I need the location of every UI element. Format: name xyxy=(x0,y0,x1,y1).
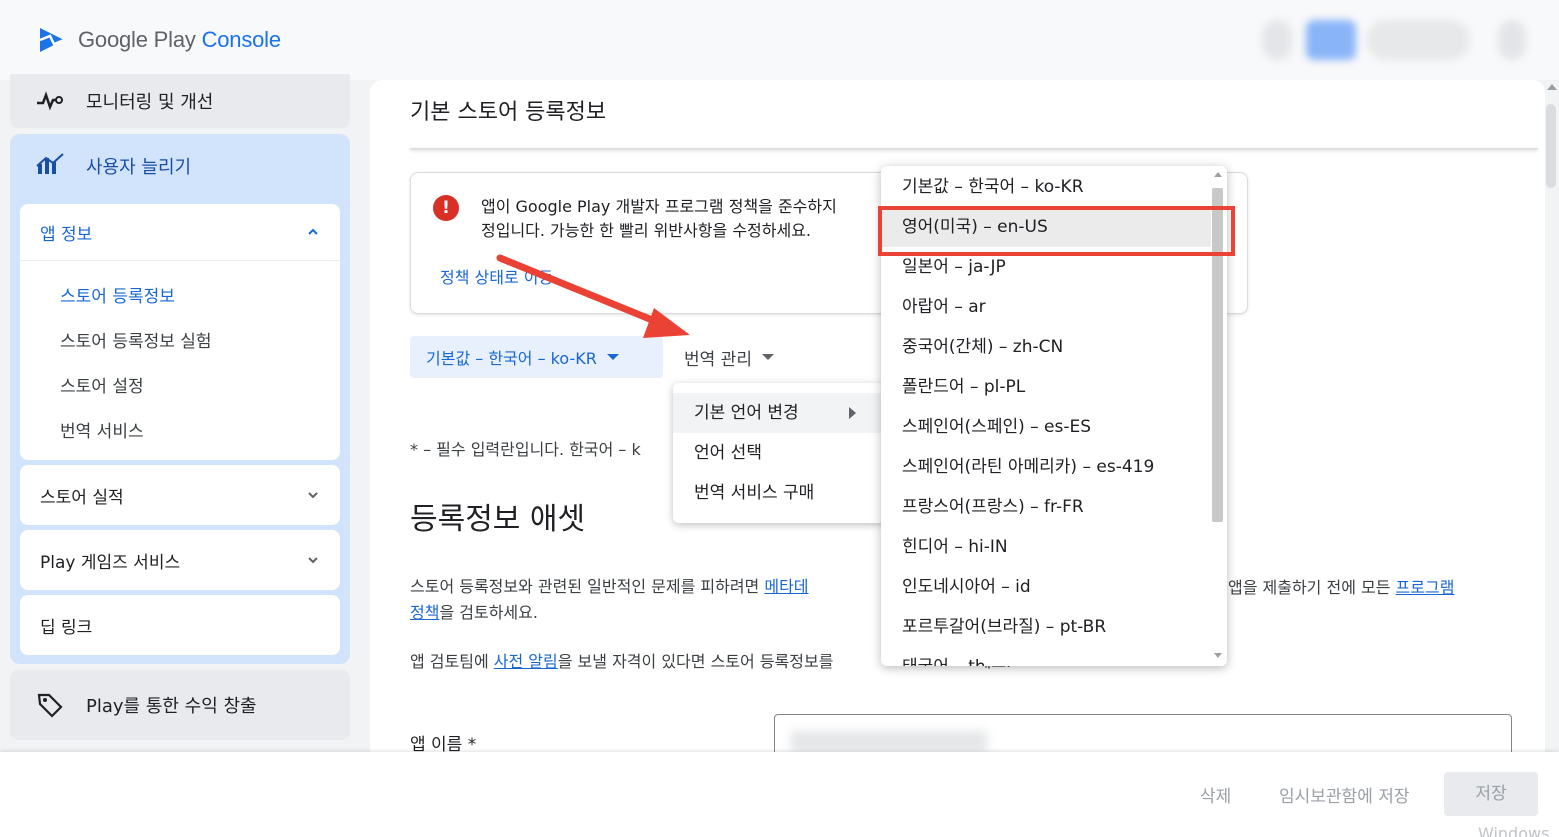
sidebar-item-store-listing[interactable]: 스토어 등록정보 xyxy=(20,275,340,320)
app-info-toggle[interactable]: 앱 정보 xyxy=(20,204,340,260)
sidebar-item-grow[interactable]: 사용자 늘리기 xyxy=(10,134,350,198)
app-name-label: 앱 이름 * xyxy=(410,735,477,752)
manage-translations-label: 번역 관리 xyxy=(684,349,752,370)
save-draft-button[interactable]: 임시보관함에 저장 xyxy=(1279,782,1410,807)
deep-links-label: 딥 링크 xyxy=(40,617,93,638)
submenu-arrow-icon xyxy=(849,407,856,419)
account-name[interactable] xyxy=(1366,20,1470,60)
language-option[interactable]: 스페인어(라틴 아메리카) – es-419 xyxy=(881,447,1211,487)
language-option[interactable]: 태국어 – th xyxy=(881,647,1211,666)
language-select-button[interactable]: 기본값 – 한국어 – ko-KR xyxy=(410,336,663,378)
sidebar-section-grow: 사용자 늘리기 앱 정보 스토어 등록정보 스토어 등록정보 실험 스토어 설정… xyxy=(10,134,350,664)
sidebar-item-label: Play를 통한 수익 창출 xyxy=(86,696,257,717)
pulse-icon xyxy=(36,91,66,111)
sidebar-item-play-games[interactable]: Play 게임즈 서비스 xyxy=(20,530,340,590)
footer-bar: 삭제 임시보관함에 저장 저장 Windows xyxy=(0,752,1559,837)
alert-line-1: 앱이 Google Play 개발자 프로그램 정책을 준수하지 xyxy=(481,197,837,216)
policy-status-link[interactable]: 정책 상태로 이동 xyxy=(440,264,553,288)
menu-item-label: 기본 언어 변경 xyxy=(694,403,799,423)
play-console-logo[interactable]: Google Play Console xyxy=(36,24,281,56)
language-option[interactable]: 프랑스어(프랑스) – fr-FR xyxy=(881,487,1211,527)
sidebar-item-store-performance[interactable]: 스토어 실적 xyxy=(20,465,340,525)
menu-item-buy-translation[interactable]: 번역 서비스 구매 xyxy=(673,473,885,513)
chevron-down-icon xyxy=(308,492,318,499)
language-option[interactable]: 폴란드어 – pl-PL xyxy=(881,367,1211,407)
chevron-up-icon xyxy=(308,228,318,235)
sidebar-item-label: 모니터링 및 개선 xyxy=(86,92,214,113)
advance-notice-link[interactable]: 사전 알림 xyxy=(494,652,558,671)
tag-icon xyxy=(36,691,66,719)
text-segment: 스토어 등록정보와 관련된 일반적인 문제를 피하려면 xyxy=(410,577,765,596)
scroll-up-arrow[interactable] xyxy=(1214,172,1222,177)
chevron-down-icon xyxy=(308,557,318,564)
scroll-up-arrow[interactable] xyxy=(1547,84,1557,90)
scroll-down-arrow[interactable] xyxy=(1214,653,1222,658)
language-select-label: 기본값 – 한국어 – ko-KR xyxy=(426,349,597,368)
metadata-link[interactable]: 메타데 xyxy=(764,577,808,596)
windows-watermark: Windows xyxy=(1478,824,1550,837)
alert-line-2: 정입니다. 가능한 한 빨리 위반사항을 수정하세요. xyxy=(481,221,812,240)
manage-translations-button[interactable]: 번역 관리 xyxy=(684,336,774,378)
app-info-label: 앱 정보 xyxy=(40,224,93,245)
section-title: 등록정보 애셋 xyxy=(410,502,586,537)
language-option[interactable]: 인도네시아어 – id xyxy=(881,567,1211,607)
help-icon[interactable] xyxy=(1262,20,1292,60)
page-scrollbar[interactable] xyxy=(1546,104,1556,188)
page-title: 기본 스토어 등록정보 xyxy=(410,100,607,125)
avatar[interactable] xyxy=(1306,20,1356,60)
top-bar: Google Play Console xyxy=(0,0,1559,80)
chart-bars-icon xyxy=(36,152,66,181)
text-segment: 앱 검토팀에 xyxy=(410,652,494,671)
text-segment: 을 보낼 자격이 있다면 스토어 등록정보를 xyxy=(557,652,839,671)
sidebar-item-deep-links[interactable]: 딥 링크 xyxy=(20,595,340,655)
dropdown-arrow-icon xyxy=(761,354,774,360)
sidebar-item-translation-service[interactable]: 번역 서비스 xyxy=(20,410,340,455)
app-info-group: 앱 정보 스토어 등록정보 스토어 등록정보 실험 스토어 설정 번역 서비스 xyxy=(20,204,340,460)
app-name-input[interactable] xyxy=(774,714,1512,752)
language-option[interactable]: 힌디어 – hi-IN xyxy=(881,527,1211,567)
apps-icon[interactable] xyxy=(1498,20,1526,60)
translation-menu: 기본 언어 변경 언어 선택 번역 서비스 구매 xyxy=(673,383,885,523)
sidebar-item-monetize[interactable]: Play를 통한 수익 창출 xyxy=(10,670,350,740)
language-option[interactable]: 중국어(간체) – zh-CN xyxy=(881,327,1211,367)
required-note: * – 필수 입력란입니다. 한국어 – k xyxy=(410,440,641,459)
store-performance-label: 스토어 실적 xyxy=(40,487,124,508)
sidebar-item-monitoring[interactable]: 모니터링 및 개선 xyxy=(10,74,350,128)
alert-text: 앱이 Google Play 개발자 프로그램 정책을 준수하지 정입니다. 가… xyxy=(481,195,901,243)
program-link[interactable]: 프로그램 xyxy=(1396,578,1455,597)
divider xyxy=(410,148,1538,150)
text-segment: 을 검토하세요. xyxy=(439,603,538,622)
policy-link[interactable]: 정책 xyxy=(410,603,439,622)
play-games-label: Play 게임즈 서비스 xyxy=(40,552,181,573)
text-segment: 앱을 제출하기 전에 모든 xyxy=(1228,578,1396,597)
sidebar-item-listing-experiments[interactable]: 스토어 등록정보 실험 xyxy=(20,320,340,365)
language-option[interactable]: 아랍어 – ar xyxy=(881,287,1211,327)
save-button[interactable]: 저장 xyxy=(1444,772,1538,816)
error-icon: ! xyxy=(433,195,459,221)
language-option[interactable]: 기본값 – 한국어 – ko-KR xyxy=(881,167,1211,207)
sidebar-item-store-settings[interactable]: 스토어 설정 xyxy=(20,365,340,410)
app-info-list: 스토어 등록정보 스토어 등록정보 실험 스토어 설정 번역 서비스 xyxy=(20,260,340,461)
play-console-icon xyxy=(39,28,65,52)
menu-item-change-default-language[interactable]: 기본 언어 변경 xyxy=(673,393,885,433)
language-option[interactable]: 스페인어(스페인) – es-ES xyxy=(881,407,1211,447)
guidance-text-tail: 앱을 제출하기 전에 모든 프로그램 xyxy=(1228,574,1454,598)
dropdown-arrow-icon xyxy=(606,354,619,360)
highlight-box xyxy=(878,206,1235,256)
menu-item-select-languages[interactable]: 언어 선택 xyxy=(673,433,885,473)
sidebar: 모니터링 및 개선 사용자 늘리기 앱 정보 스토어 등록정보 스토어 등록정보… xyxy=(0,74,365,752)
sidebar-item-label: 사용자 늘리기 xyxy=(86,157,192,178)
delete-button[interactable]: 삭제 xyxy=(1200,782,1231,807)
language-option[interactable]: 포르투갈어(브라질) – pt-BR xyxy=(881,607,1211,647)
redacted-value xyxy=(791,731,987,752)
logo-text: Google Play Console xyxy=(78,27,281,52)
